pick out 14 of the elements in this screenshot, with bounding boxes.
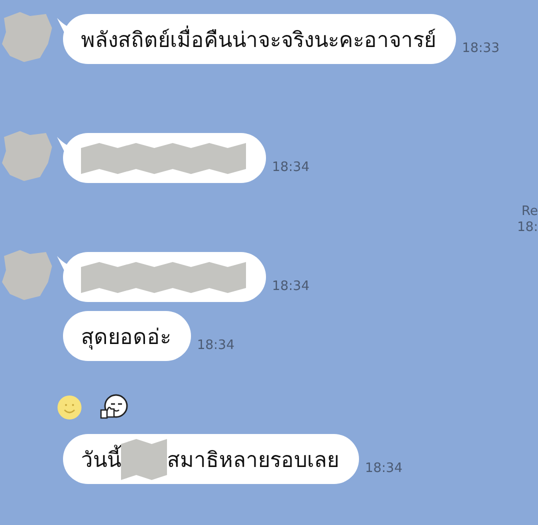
message-text: วันนี้ [81, 442, 121, 476]
timestamp: 18:34 [197, 338, 234, 353]
timestamp: 18: [517, 220, 538, 236]
thumbs-up-face-icon [100, 394, 128, 420]
smiley-icon [57, 394, 82, 420]
message-text: สุดยอดอ่ะ [81, 324, 171, 352]
timestamp: 18:34 [272, 160, 310, 175]
timestamp: 18:34 [365, 461, 402, 476]
redaction-scribble [121, 437, 167, 481]
message-text: สมาธิหลายรอบเลย [167, 446, 339, 474]
timestamp: 18:34 [272, 279, 310, 294]
read-label: Re [522, 204, 538, 220]
timestamp: 18:33 [462, 41, 500, 56]
message-text: พลังสถิตย์เมื่อคืนน่าจะจริงนะคะอาจารย์ [81, 24, 436, 54]
